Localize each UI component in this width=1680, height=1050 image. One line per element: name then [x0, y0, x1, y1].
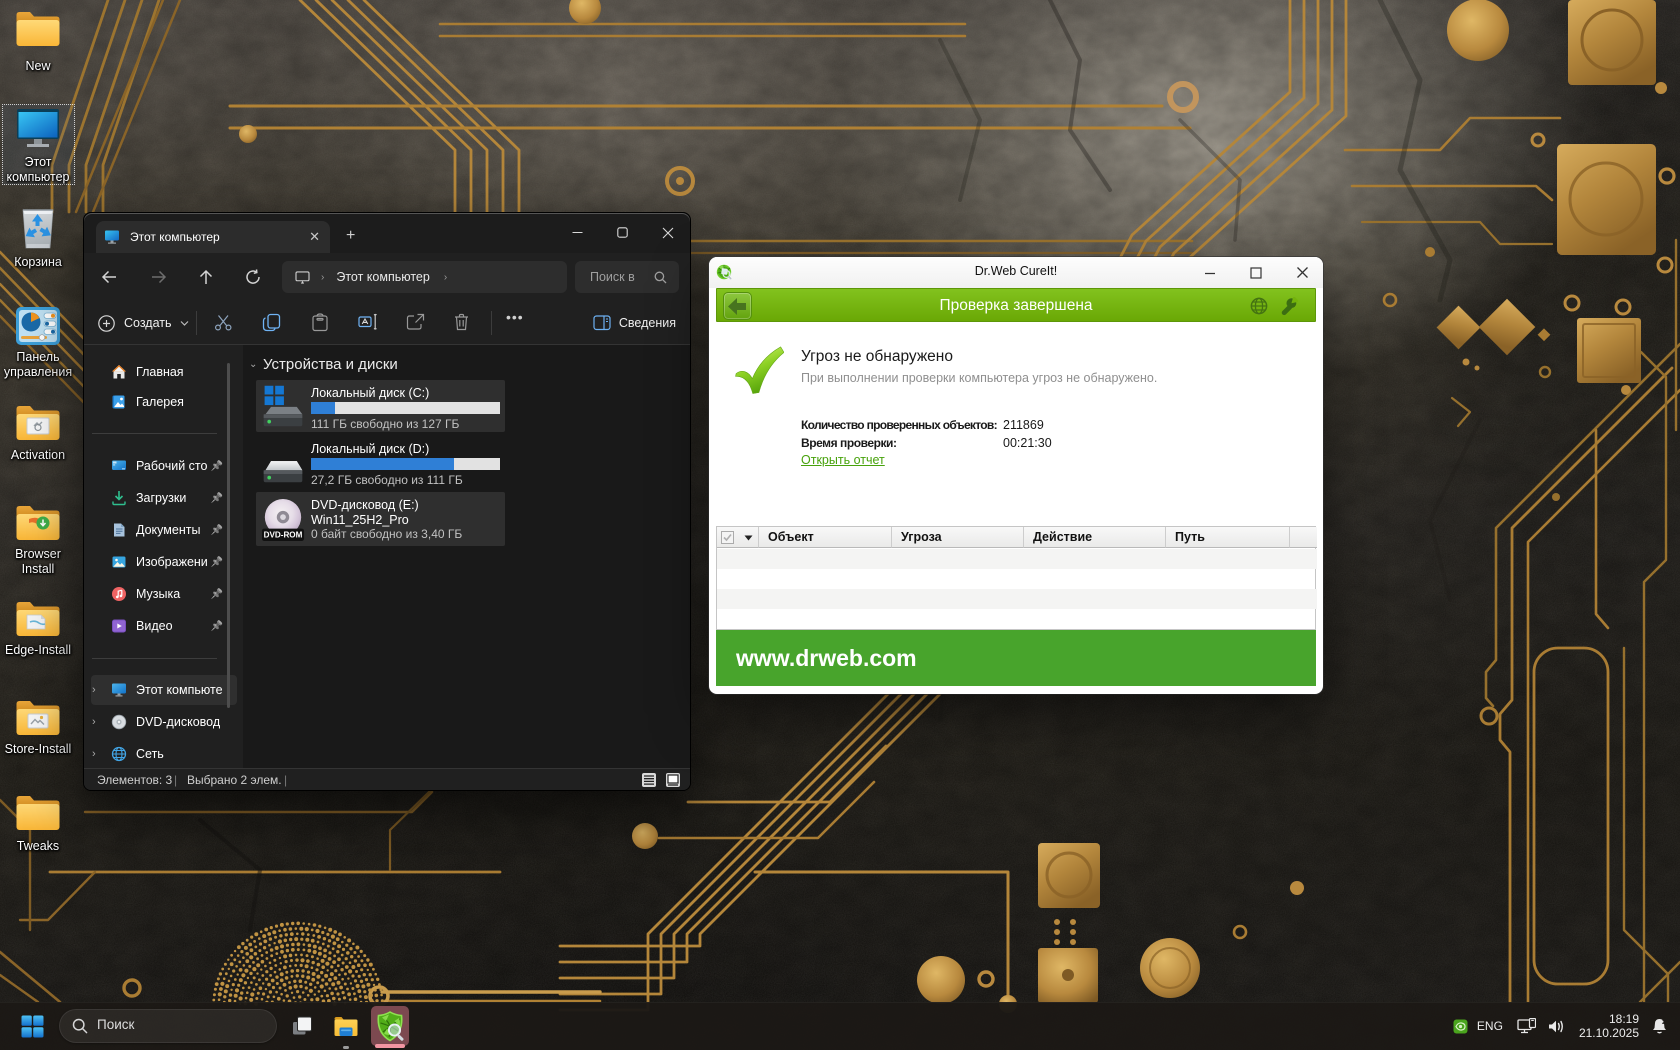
svg-text:z: z: [1664, 1018, 1667, 1024]
svg-text:DVD-ROM: DVD-ROM: [264, 531, 303, 540]
